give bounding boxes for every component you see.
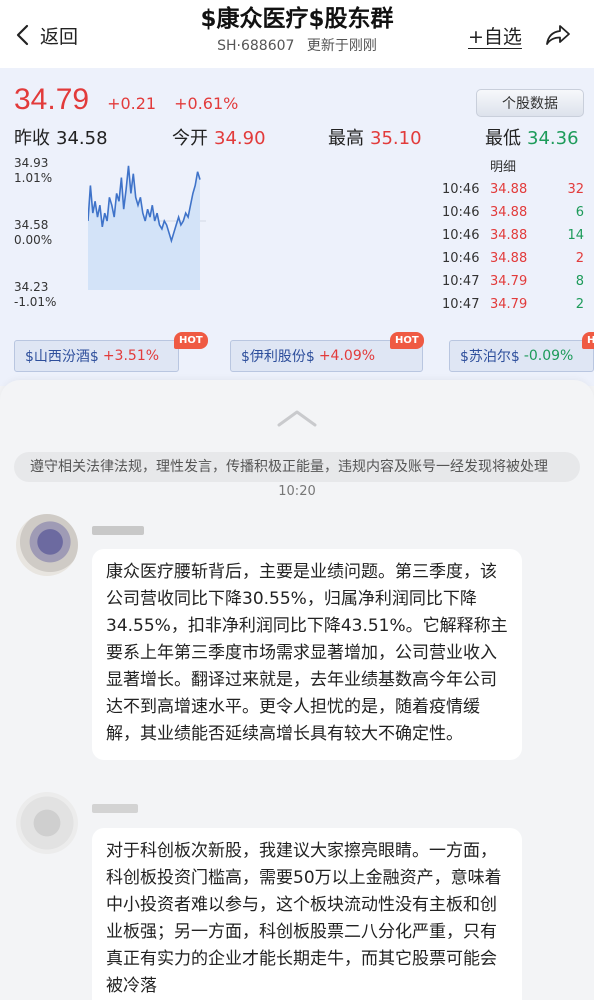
trade-price: 34.88 (490, 205, 528, 220)
price-area (88, 165, 200, 290)
current-price: 34.79 (14, 83, 90, 116)
trade-time: 10:46 (442, 182, 480, 197)
trade-price: 34.88 (490, 182, 528, 197)
trade-time: 10:46 (442, 205, 480, 220)
top-nav-bar: 返回 $康众医疗$股东群 SH·688607 更新于刚刚 +自选 (0, 0, 594, 68)
trade-price: 34.79 (490, 274, 528, 289)
related-stock-pct: -0.09% (523, 348, 574, 364)
username-blurred (92, 526, 144, 535)
axis-bottom-label: 34.23 -1.01% (14, 280, 56, 310)
price-change: +0.21 (107, 94, 157, 113)
axis-pct: -1.01% (14, 295, 57, 309)
hot-badge: HOT (174, 332, 208, 349)
trade-row: 10:46 34.88 2 (442, 247, 584, 270)
trade-price: 34.88 (490, 228, 528, 243)
trade-qty: 6 (575, 205, 584, 220)
stat-low: 最低 34.36 (485, 124, 579, 150)
trade-time: 10:46 (442, 251, 480, 266)
share-icon[interactable] (545, 23, 571, 47)
axis-mid-label: 34.58 0.00% (14, 218, 52, 248)
related-stock-chip[interactable]: $苏泊尔$ -0.09% (449, 340, 594, 372)
stat-prev-close: 昨收 34.58 (14, 124, 108, 150)
related-stock-pct: +4.09% (318, 348, 376, 364)
intraday-chart[interactable] (88, 152, 206, 290)
related-stock-chip[interactable]: $山西汾酒$ +3.51% (14, 340, 179, 372)
price-change-pct: +0.61% (174, 94, 239, 113)
avatar[interactable] (16, 514, 78, 576)
stat-label: 最低 (485, 128, 521, 149)
trade-time: 10:46 (442, 228, 480, 243)
stat-high: 最高 35.10 (328, 124, 422, 150)
related-stock-name: $伊利股份$ (241, 349, 315, 365)
chat-sheet: 遵守相关法律法规，理性发言，传播积极正能量，违规内容及账号一经发现将被处理 10… (0, 380, 594, 1000)
trade-row: 10:47 34.79 8 (442, 270, 584, 293)
quote-panel: 34.79 +0.21 +0.61% 个股数据 昨收 34.58 今开 34.90 … (0, 68, 594, 386)
stat-open: 今开 34.90 (172, 124, 266, 150)
axis-price: 34.23 (14, 280, 49, 294)
add-watchlist-button[interactable]: +自选 (468, 22, 522, 49)
stat-value: 34.58 (56, 128, 108, 149)
chat-message[interactable]: 康众医疗腰斩背后，主要是业绩问题。第三季度，该公司营收同比下降30.55%，归属… (92, 549, 522, 760)
stock-code: SH·688607 (217, 38, 295, 54)
trade-qty: 8 (575, 274, 584, 289)
stock-data-button[interactable]: 个股数据 (476, 89, 584, 117)
stat-label: 今开 (172, 128, 208, 149)
stat-label: 最高 (328, 128, 364, 149)
trade-qty: 2 (575, 251, 584, 266)
trade-qty: 2 (575, 297, 584, 312)
axis-price: 34.93 (14, 156, 49, 170)
username-blurred (92, 804, 138, 813)
trade-qty: 14 (567, 228, 584, 243)
trade-row: 10:46 34.88 32 (442, 178, 584, 201)
trade-list: 10:46 34.88 32 10:46 34.88 6 10:46 34.88 14 10:46… (442, 178, 584, 316)
chat-message[interactable]: 对于科创板次新股，我建议大家擦亮眼睛。一方面，科创板投资门槛高，需要50万以上金… (92, 828, 522, 1000)
price-row: 34.79 +0.21 +0.61% (14, 83, 238, 117)
avatar[interactable] (16, 792, 78, 854)
stat-value: 34.36 (527, 128, 579, 149)
trade-price: 34.88 (490, 251, 528, 266)
stat-value: 34.90 (214, 128, 266, 149)
axis-price: 34.58 (14, 218, 49, 232)
chevron-up-icon[interactable] (275, 408, 319, 428)
related-stock-name: $山西汾酒$ (25, 349, 99, 365)
related-stock-pct: +3.51% (102, 348, 160, 364)
trade-qty: 32 (567, 182, 584, 197)
related-stock-name: $苏泊尔$ (460, 349, 520, 365)
axis-pct: 0.00% (14, 233, 53, 247)
message-time: 10:20 (278, 484, 316, 499)
hot-badge: HOT (582, 332, 594, 349)
stat-value: 35.10 (370, 128, 422, 149)
trade-time: 10:47 (442, 274, 480, 289)
group-notice: 遵守相关法律法规，理性发言，传播积极正能量，违规内容及账号一经发现将被处理 (14, 452, 580, 482)
trade-row: 10:46 34.88 6 (442, 201, 584, 224)
hot-badge: HOT (390, 332, 424, 349)
detail-title: 明细 (490, 160, 517, 175)
axis-top-label: 34.93 1.01% (14, 156, 52, 186)
trade-row: 10:47 34.79 2 (442, 293, 584, 316)
update-status: 更新于刚刚 (306, 38, 377, 54)
axis-pct: 1.01% (14, 171, 53, 185)
trade-time: 10:47 (442, 297, 480, 312)
trade-row: 10:46 34.88 14 (442, 224, 584, 247)
stat-label: 昨收 (14, 128, 50, 149)
trade-price: 34.79 (490, 297, 528, 312)
